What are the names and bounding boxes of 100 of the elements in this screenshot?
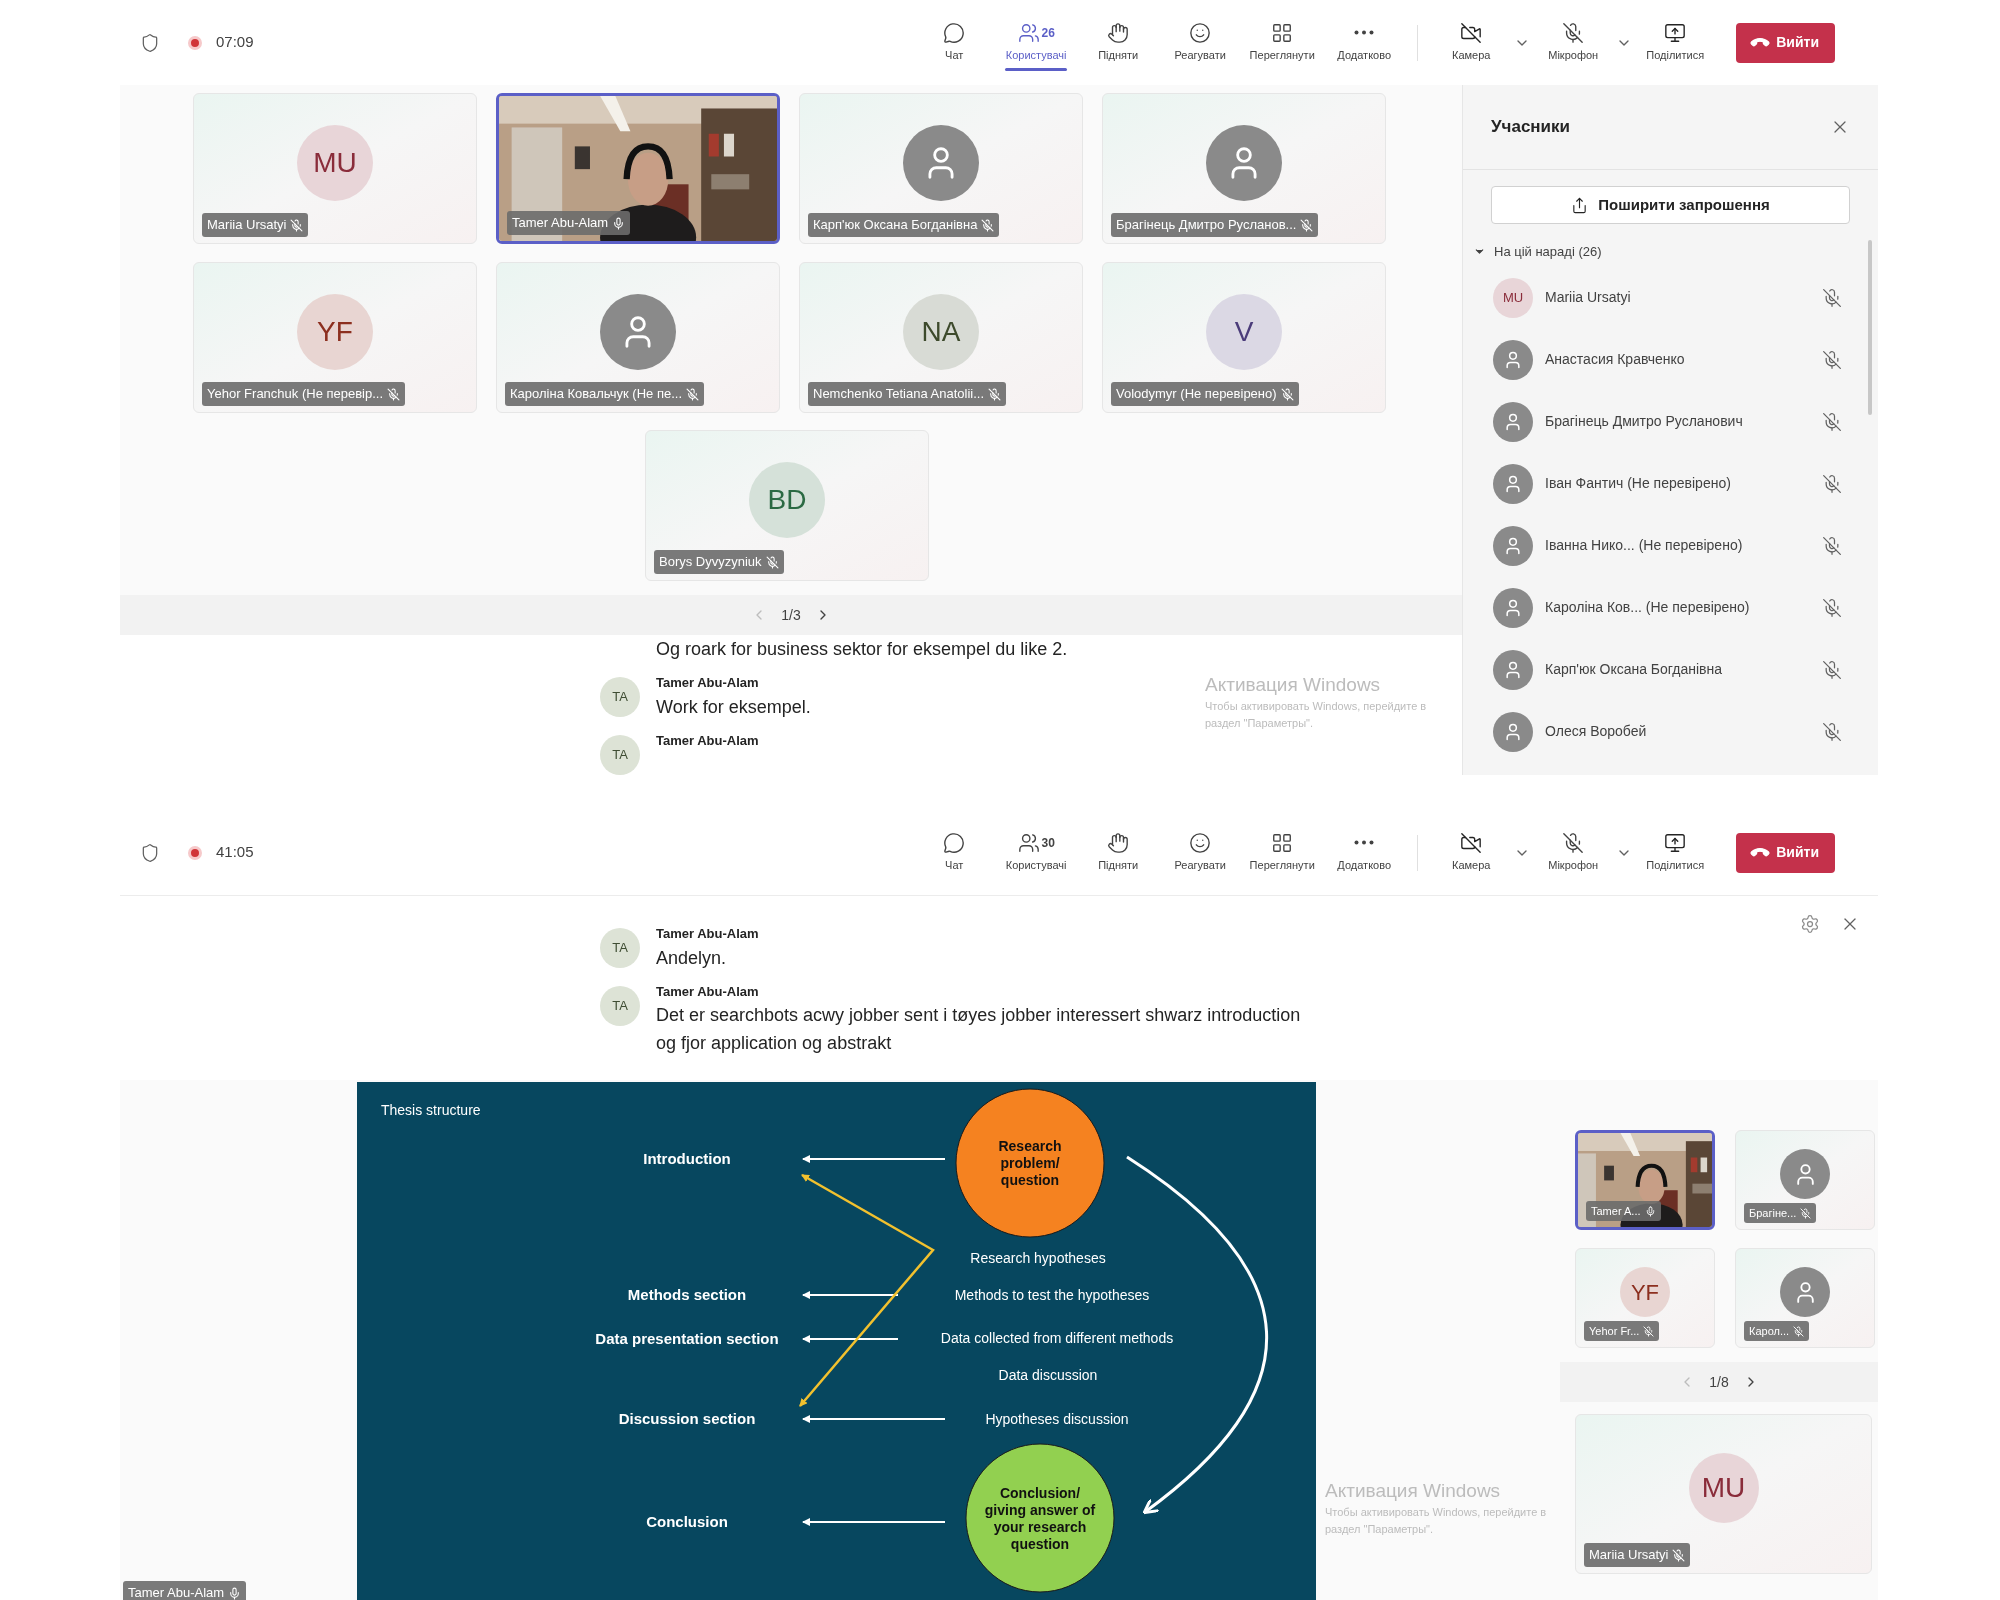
video-tile[interactable]: MU Mariia Ursatyi <box>1575 1414 1872 1574</box>
participant-name: Карол... <box>1749 1323 1790 1339</box>
share-invite-button[interactable]: Поширити запрошення <box>1491 186 1850 224</box>
participant-name: Tamer A... <box>1591 1203 1641 1219</box>
participant-row[interactable]: Анастасия Кравченко <box>1493 339 1842 380</box>
participant-name: Іванна Нико... (Не перевірено) <box>1545 536 1744 555</box>
toolbar-button[interactable]: Чат <box>913 12 996 73</box>
activation-title: Активация Windows <box>1325 1479 1501 1503</box>
participant-row[interactable]: Брагінець Дмитро Русланович <box>1493 401 1842 442</box>
settings-button[interactable] <box>1800 914 1820 934</box>
participant-row[interactable]: Іванна Нико... (Не перевірено) <box>1493 525 1842 566</box>
activation-text: Чтобы активировать Windows, перейдите в <box>1325 1505 1547 1520</box>
toolbar-button[interactable]: Мікрофон <box>1532 12 1615 73</box>
toolbar-button[interactable]: Поділитися <box>1634 822 1717 883</box>
message-author: Tamer Abu-Alam <box>656 731 759 750</box>
video-tile[interactable]: Tamer Abu-Alam <box>496 93 780 244</box>
message-text: Andelyn. <box>656 946 728 970</box>
chat-icon <box>943 831 966 854</box>
slide-text: Data collected from different methods <box>940 1330 1174 1346</box>
participant-name: Іван Фантич (Не перевірено) <box>1545 474 1732 493</box>
page-indicator: 1/8 <box>1709 1372 1729 1392</box>
mic-off-icon <box>1562 21 1585 44</box>
mic-off-icon <box>1562 831 1585 854</box>
participant-name: Mariia Ursatyi <box>207 216 287 235</box>
participant-name: Брагіне... <box>1749 1205 1797 1221</box>
section-header[interactable]: На цій нараді (26) <box>1473 242 1878 262</box>
participant-name: Volodymyr (Не перевірено) <box>1116 385 1277 404</box>
slide-title: Thesis structure <box>381 1102 481 1118</box>
participant-row[interactable]: Іван Фантич (Не перевірено) <box>1493 463 1842 504</box>
video-tile[interactable]: MU Mariia Ursatyi <box>193 93 477 244</box>
participant-name: Кароліна Ковальчук (Не пе... <box>510 385 682 404</box>
toolbar-button[interactable]: Підняти <box>1077 822 1160 883</box>
section-label: Conclusion <box>646 1513 728 1530</box>
participant-name: Карп'юк Оксана Богданівна <box>813 216 978 235</box>
video-tile[interactable]: Кароліна Ковальчук (Не пе... <box>496 262 780 413</box>
video-tile[interactable]: Брагінець Дмитро Русланов... <box>1102 93 1386 244</box>
toolbar-button[interactable]: Додатково <box>1323 12 1406 73</box>
toolbar-button[interactable]: Реагувати <box>1159 822 1242 883</box>
toolbar-button[interactable]: Підняти <box>1077 12 1160 73</box>
video-tile[interactable]: NA Nemchenko Tetiana Anatolii... <box>799 262 1083 413</box>
panel-title: Учасники <box>1491 116 1571 139</box>
hand-icon <box>1107 831 1130 854</box>
video-tile[interactable]: BD Borys Dyvyzyniuk <box>645 430 929 581</box>
toolbar-button[interactable]: Переглянути <box>1241 12 1324 73</box>
avatar-initials: V <box>1234 314 1254 349</box>
leave-button[interactable]: Вийти <box>1736 832 1835 873</box>
default-avatar <box>1493 463 1533 504</box>
video-tile[interactable]: YF Yehor Fr... <box>1575 1248 1715 1348</box>
slide-text: Data discussion <box>998 1367 1098 1383</box>
default-avatar <box>1493 711 1533 752</box>
avatar-initials: YF <box>1630 1278 1660 1307</box>
default-avatar <box>1780 1267 1830 1317</box>
grid-icon <box>1271 21 1294 44</box>
toolbar-button[interactable]: Камера <box>1430 822 1513 883</box>
toolbar-button[interactable]: Чат <box>913 822 996 883</box>
topic-bubble: Research problem/ question <box>955 1088 1105 1238</box>
toolbar-button[interactable]: Реагувати <box>1159 12 1242 73</box>
participant-name: Карп'юк Оксана Богданівна <box>1545 660 1724 679</box>
participant-row[interactable]: MU Mariia Ursatyi <box>1493 277 1842 318</box>
avatar-initials: MU <box>1701 1471 1746 1505</box>
toolbar-button[interactable]: 30 Користувачі <box>995 822 1078 883</box>
settings-icon <box>1800 914 1820 934</box>
chat-avatar: TA <box>600 677 640 717</box>
video-tile[interactable]: Карп'юк Оксана Богданівна <box>799 93 1083 244</box>
avatar-initials: YF <box>317 314 353 349</box>
toolbar-button[interactable]: Камера <box>1430 12 1513 73</box>
video-tile[interactable]: YF Yehor Franchuk (Не перевір... <box>193 262 477 413</box>
scrollbar[interactable] <box>1868 240 1872 415</box>
toolbar-button[interactable]: Додатково <box>1323 822 1406 883</box>
chat-avatar: TA <box>600 985 640 1026</box>
toolbar-button[interactable]: Переглянути <box>1241 822 1324 883</box>
message-text: Og roark for business sektor for eksempel du like 2. <box>656 638 1068 661</box>
default-avatar <box>1493 339 1533 380</box>
participant-name: Yehor Fr... <box>1589 1323 1640 1339</box>
participant-name: Mariia Ursatyi <box>1589 1546 1669 1565</box>
default-avatar <box>1493 401 1533 442</box>
video-tile[interactable]: Брагіне... <box>1735 1130 1875 1230</box>
toolbar-button[interactable]: Поділитися <box>1634 12 1717 73</box>
participant-name: Брагінець Дмитро Русланов... <box>1116 216 1297 235</box>
video-tile[interactable]: Tamer A... <box>1575 1130 1715 1230</box>
participant-name: Брагінець Дмитро Русланович <box>1545 412 1744 431</box>
message-author: Tamer Abu-Alam <box>656 925 759 943</box>
section-label: Data presentation section <box>595 1330 779 1347</box>
participant-name: Tamer Abu-Alam <box>128 1584 225 1600</box>
participant-row[interactable]: Олеся Воробей <box>1493 711 1842 752</box>
participant-row[interactable]: Кароліна Ков... (Не перевірено) <box>1493 587 1842 628</box>
participant-name: Кароліна Ков... (Не перевірено) <box>1545 598 1751 617</box>
participant-count: 30 <box>1041 834 1055 852</box>
section-label: Introduction <box>643 1150 731 1167</box>
video-tile[interactable]: V Volodymyr (Не перевірено) <box>1102 262 1386 413</box>
default-avatar <box>1780 1149 1830 1199</box>
participant-row[interactable]: Карп'юк Оксана Богданівна <box>1493 649 1842 690</box>
toolbar-button[interactable]: Мікрофон <box>1532 822 1615 883</box>
participant-count: 26 <box>1041 24 1055 42</box>
toolbar-button[interactable]: 26 Користувачі <box>995 12 1078 73</box>
avatar-initials: NA <box>921 314 961 349</box>
message-author: Tamer Abu-Alam <box>656 674 760 692</box>
video-tile[interactable]: Карол... <box>1735 1248 1875 1348</box>
leave-button[interactable]: Вийти <box>1736 22 1835 63</box>
hand-icon <box>1107 21 1130 44</box>
